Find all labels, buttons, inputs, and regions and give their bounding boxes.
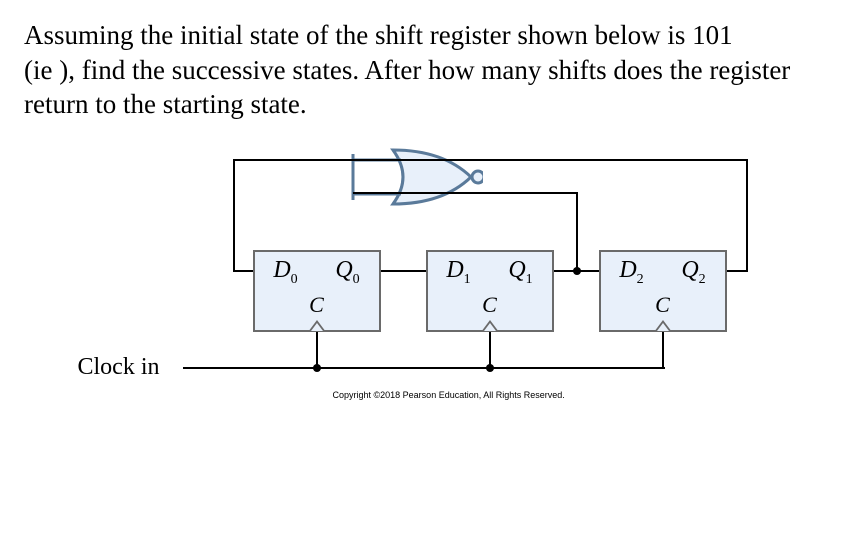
clock-in-label: Clock in <box>78 354 160 381</box>
wire-q1-tap-horiz <box>353 192 578 194</box>
wire-clk-ff2 <box>662 332 664 369</box>
flipflop-2: D2 Q2 C <box>599 250 727 332</box>
wire-d0-in <box>233 270 255 272</box>
wire-nor-out-top <box>233 159 355 161</box>
wire-q2-out <box>727 270 748 272</box>
circuit-diagram: D0 Q0 C D1 Q1 C D2 Q2 C Clock in Copyrig… <box>48 142 808 422</box>
problem-line1: Assuming the initial state of the shift … <box>24 20 733 50</box>
clock-notch-icon <box>654 320 672 332</box>
node-clk-ff0 <box>313 364 321 372</box>
ff1-d: D1 <box>446 257 470 288</box>
node-q1-tap <box>573 267 581 275</box>
node-clk-ff1 <box>486 364 494 372</box>
ff1-q: Q1 <box>508 257 532 288</box>
wire-clock-main <box>183 367 665 369</box>
wire-q2-up <box>746 159 748 272</box>
ff0-d: D0 <box>273 257 297 288</box>
ff2-d: D2 <box>619 257 643 288</box>
flipflop-0: D0 Q0 C <box>253 250 381 332</box>
ff2-c: C <box>601 292 725 318</box>
copyright-text: Copyright ©2018 Pearson Education, All R… <box>333 390 565 400</box>
problem-line2: (ie ), find the successive states. After… <box>24 55 790 120</box>
wire-q1-tap-up <box>576 192 578 272</box>
wire-q0-d1 <box>381 270 428 272</box>
ff0-c: C <box>255 292 379 318</box>
ff2-q: Q2 <box>681 257 705 288</box>
nor-gate <box>333 142 483 212</box>
problem-text: Assuming the initial state of the shift … <box>24 18 831 122</box>
ff1-c: C <box>428 292 552 318</box>
clock-notch-icon <box>481 320 499 332</box>
wire-top-rail <box>353 159 748 161</box>
wire-nor-out-down <box>233 159 235 272</box>
clock-notch-icon <box>308 320 326 332</box>
flipflop-1: D1 Q1 C <box>426 250 554 332</box>
ff0-q: Q0 <box>335 257 359 288</box>
